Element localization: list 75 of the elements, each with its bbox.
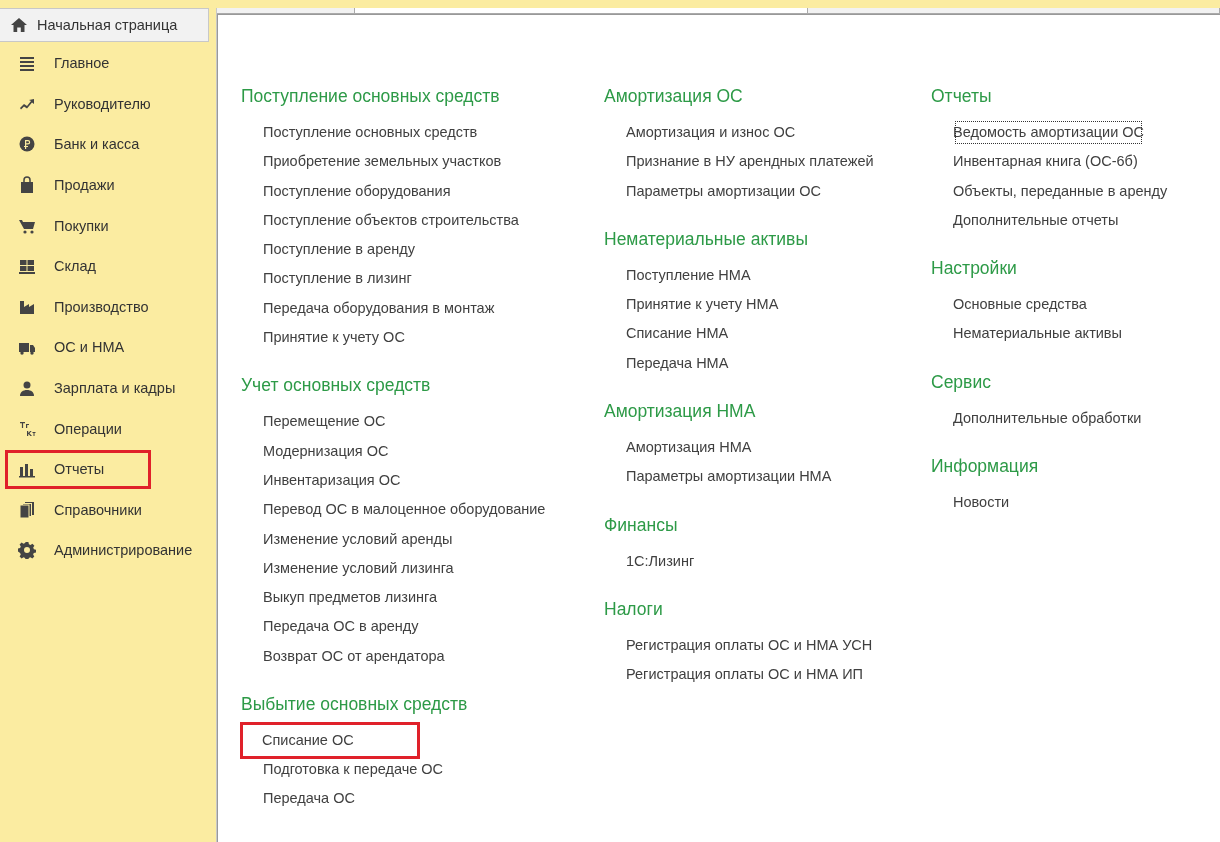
sidebar-item[interactable]: Склад [0, 245, 216, 287]
sidebar-item[interactable]: Покупки [0, 205, 216, 246]
command-link[interactable]: Параметры амортизации ОС [625, 176, 822, 206]
command-link[interactable]: Инвентарная книга (ОС-6б) [952, 147, 1139, 177]
command-link[interactable]: Перемещение ОС [262, 407, 387, 437]
command-link[interactable]: Принятие к учету НМА [625, 290, 780, 320]
sidebar-item[interactable]: Главное [0, 43, 216, 84]
command-link[interactable]: Объекты, переданные в аренду [952, 176, 1169, 206]
command-link[interactable]: Выкуп предметов лизинга [262, 583, 439, 613]
command-link[interactable]: Ведомость амортизации ОС [952, 118, 1146, 148]
command-link[interactable]: Амортизация НМА [625, 433, 753, 463]
command-link[interactable]: Перевод ОС в малоценное оборудование [262, 495, 547, 525]
command-link[interactable]: Приобретение земельных участков [262, 147, 503, 177]
sidebar-item[interactable]: Банк и касса [0, 124, 216, 165]
ruble-coin-icon [18, 135, 36, 154]
command-link[interactable]: Подготовка к передаче ОС [262, 755, 445, 785]
command-link[interactable]: Регистрация оплаты ОС и НМА УСН [625, 630, 874, 661]
command-link[interactable]: Поступление оборудования [262, 176, 452, 206]
section-heading: Отчеты [931, 85, 992, 108]
section-heading: Поступление основных средств [241, 85, 500, 108]
command-link[interactable]: Дополнительные обработки [952, 403, 1143, 434]
command-link[interactable]: Амортизация и износ ОС [625, 118, 797, 148]
command-link[interactable]: Поступление в аренду [262, 235, 416, 265]
sidebar-item[interactable]: Руководителю [0, 83, 216, 125]
books-icon [18, 500, 36, 519]
shopping-bag-icon [18, 176, 36, 195]
command-link[interactable]: Передача ОС [262, 784, 356, 814]
section-heading: Финансы [604, 513, 678, 537]
section-heading: Амортизация ОС [604, 85, 743, 108]
section-heading: Выбытие основных средств [241, 693, 468, 717]
command-link[interactable]: Поступление объектов строительства [262, 205, 520, 236]
home-tab[interactable]: Начальная страница [0, 8, 209, 42]
command-link[interactable]: Возврат ОС от арендатора [262, 641, 446, 672]
menu-icon [18, 54, 36, 73]
command-link[interactable]: Списание НМА [625, 319, 730, 349]
sidebar-item[interactable]: Справочники [0, 489, 216, 531]
home-icon [11, 18, 27, 32]
command-link[interactable]: Признание в НУ арендных платежей [625, 147, 875, 177]
command-link[interactable]: Передача НМА [625, 348, 730, 379]
command-link[interactable]: Передача оборудования в монтаж [262, 293, 496, 324]
sidebar-item[interactable]: ОС и НМА [0, 327, 216, 368]
command-link[interactable]: Основные средства [952, 290, 1088, 320]
command-link[interactable]: Поступление основных средств [262, 118, 479, 148]
sidebar-item[interactable]: Производство [0, 286, 216, 328]
person-icon [18, 379, 36, 398]
command-link[interactable]: Параметры амортизации НМА [625, 462, 833, 492]
command-link[interactable]: Новости [952, 488, 1011, 518]
section-heading: Налоги [604, 597, 663, 621]
grid-blocks-icon [18, 257, 36, 276]
sidebar-item[interactable]: Операции [0, 408, 216, 449]
sidebar-item[interactable]: Отчеты [5, 449, 151, 489]
debit-credit-icon [18, 419, 36, 438]
section-heading: Информация [931, 455, 1039, 479]
command-link[interactable]: Передача ОС в аренду [262, 612, 420, 642]
command-link[interactable]: Списание ОС [243, 725, 417, 757]
sidebar-item[interactable]: Администрирование [0, 530, 216, 571]
command-link[interactable]: Изменение условий аренды [262, 524, 454, 554]
sidebar-item[interactable]: Продажи [0, 164, 216, 206]
command-link[interactable]: 1С:Лизинг [625, 546, 696, 576]
command-link[interactable]: Регистрация оплаты ОС и НМА ИП [625, 660, 864, 690]
command-link[interactable]: Принятие к учету ОС [262, 323, 406, 353]
command-link[interactable]: Дополнительные отчеты [952, 205, 1120, 236]
command-link[interactable]: Изменение условий лизинга [262, 553, 455, 584]
settings-icon [18, 541, 36, 560]
section-heading: Нематериальные активы [604, 227, 808, 251]
command-link[interactable]: Модернизация ОС [262, 436, 390, 466]
command-link[interactable]: Поступление НМА [625, 260, 752, 291]
section-heading: Настройки [931, 257, 1017, 281]
section-heading: Учет основных средств [241, 374, 431, 398]
command-link[interactable]: Инвентаризация ОС [262, 465, 402, 496]
command-link[interactable]: Нематериальные активы [952, 319, 1123, 349]
section-heading: Сервис [931, 370, 991, 394]
section-heading: Амортизация НМА [604, 400, 756, 424]
command-link[interactable]: Поступление в лизинг [262, 264, 413, 294]
sidebar-item[interactable]: Зарплата и кадры [0, 367, 216, 409]
